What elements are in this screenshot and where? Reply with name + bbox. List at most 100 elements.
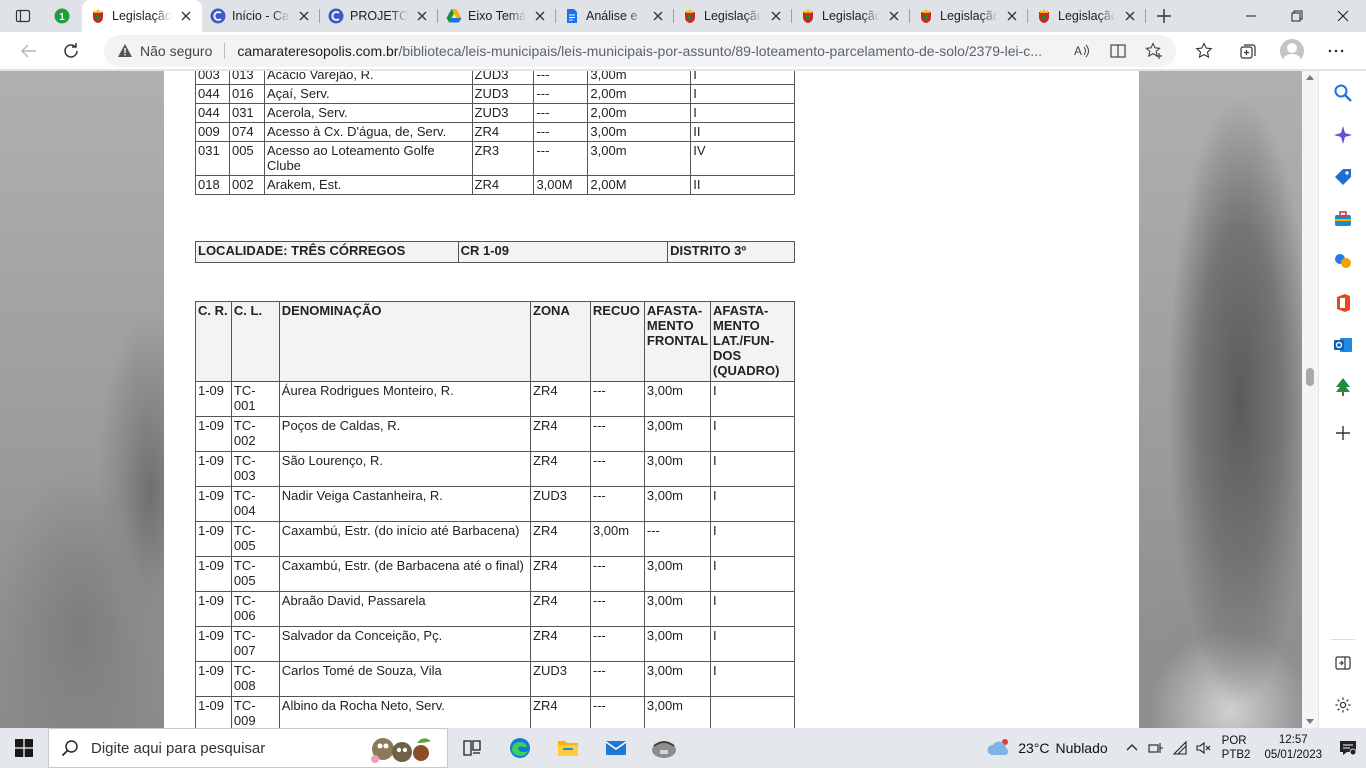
cell-lateral: I <box>690 103 795 123</box>
table-row: 1-09 TC-005 Caxambú, Estr. (do início até … <box>195 521 795 557</box>
sidebar-hide-button[interactable] <box>1331 651 1355 675</box>
cell-cl: 031 <box>228 103 265 123</box>
scrollbar-thumb[interactable] <box>1306 368 1314 386</box>
browser-tab-2[interactable]: Início - Ca <box>202 0 320 32</box>
warning-icon[interactable] <box>116 42 134 60</box>
browser-tab-7[interactable]: Legislação <box>792 0 910 32</box>
sidebar-tree-button[interactable] <box>1331 375 1355 399</box>
close-tab-icon[interactable] <box>768 8 784 24</box>
close-tab-icon[interactable] <box>1004 8 1020 24</box>
cell-cl: TC-005 <box>230 521 280 557</box>
google-docs-icon <box>564 8 580 24</box>
immersive-reader-icon[interactable] <box>1102 35 1134 67</box>
browser-tab-3[interactable]: PROJETO8 <box>320 0 438 32</box>
refresh-button[interactable] <box>52 35 90 67</box>
cell-zona: ZR3 <box>471 141 535 176</box>
read-aloud-icon[interactable]: A <box>1066 35 1098 67</box>
close-tab-icon[interactable] <box>1122 8 1138 24</box>
sidebar-games-button[interactable] <box>1331 249 1355 273</box>
cell-cr: 1-09 <box>195 626 232 662</box>
cell-name: Arakem, Est. <box>263 175 473 195</box>
sidebar-shopping-button[interactable] <box>1331 165 1355 189</box>
tab-actions-button[interactable] <box>0 0 46 32</box>
blue-c-icon <box>210 8 226 24</box>
address-bar[interactable]: Não seguro camarateresopolis.com.br/bibl… <box>104 35 1176 67</box>
sidebar-office-button[interactable] <box>1331 291 1355 315</box>
taskbar-explorer-button[interactable] <box>544 728 592 768</box>
taskbar-search-box[interactable]: Digite aqui para pesquisar <box>48 728 448 768</box>
cell-recuo: --- <box>589 556 645 592</box>
new-tab-button[interactable] <box>1146 0 1182 32</box>
cell-cr: 1-09 <box>195 486 232 522</box>
cell-recuo: --- <box>589 381 645 417</box>
back-button[interactable] <box>10 35 48 67</box>
coat-of-arms-icon <box>800 8 816 24</box>
sidebar-settings-button[interactable] <box>1331 693 1355 717</box>
coat-of-arms-icon <box>90 8 106 24</box>
locality-row: LOCALIDADE: TRÊS CÓRREGOS CR 1-09 DISTRI… <box>195 241 795 263</box>
table-row: 009 074 Acesso à Cx. D'água, de, Serv. ZR4-… <box>195 122 795 142</box>
folder-icon <box>558 741 578 756</box>
taskbar-edge-button[interactable] <box>496 728 544 768</box>
close-tab-icon[interactable] <box>414 8 430 24</box>
sidebar-add-button[interactable] <box>1331 421 1355 445</box>
header-afastamento-frontal: AFASTA-MENTO FRONTAL <box>643 301 712 382</box>
cell-zona: ZR4 <box>471 122 535 142</box>
add-favorite-icon[interactable] <box>1138 35 1170 67</box>
notification-center-button[interactable] <box>1330 728 1366 768</box>
tray-chevron-up-icon[interactable] <box>1120 728 1144 768</box>
task-view-button[interactable] <box>448 728 496 768</box>
sidebar-outlook-button[interactable] <box>1331 333 1355 357</box>
cell-cl: 005 <box>228 141 265 176</box>
settings-more-button[interactable] <box>1314 35 1358 67</box>
profile-button[interactable] <box>1270 35 1314 67</box>
favorites-icon[interactable] <box>1182 35 1226 67</box>
volume-muted-icon[interactable] <box>1192 728 1216 768</box>
browser-tab-0[interactable]: 1 <box>46 0 82 32</box>
browser-tab-4[interactable]: Eixo Temá <box>438 0 556 32</box>
cell-frontal: 2,00m <box>587 84 692 104</box>
close-window-button[interactable] <box>1320 0 1366 32</box>
page-viewport[interactable]: 003 013 Acácio Varejão, R. ZUD3 --- 3,00m I 044… <box>0 71 1302 728</box>
sidebar-copilot-button[interactable] <box>1331 123 1355 147</box>
sidebar-tools-button[interactable] <box>1331 207 1355 231</box>
close-tab-icon[interactable] <box>532 8 548 24</box>
collections-icon[interactable] <box>1226 35 1270 67</box>
taskbar-clock[interactable]: 12:57 05/01/2023 <box>1264 733 1322 763</box>
close-tab-icon[interactable] <box>886 8 902 24</box>
scroll-up-arrow[interactable] <box>1306 75 1314 80</box>
scroll-down-arrow[interactable] <box>1306 719 1314 724</box>
cell-recuo: --- <box>589 416 645 452</box>
url-text[interactable]: camarateresopolis.com.br/biblioteca/leis… <box>237 43 1057 59</box>
taskbar-app-button[interactable] <box>640 728 688 768</box>
close-tab-icon[interactable] <box>650 8 666 24</box>
edge-icon <box>510 738 530 758</box>
cell-frontal: 3,00m <box>643 591 712 627</box>
cell-frontal: 3,00m <box>643 696 712 728</box>
browser-tab-6[interactable]: Legislação <box>674 0 792 32</box>
wifi-icon[interactable] <box>1168 728 1192 768</box>
cell-frontal: 3,00m <box>643 451 712 487</box>
cell-frontal: 2,00M <box>587 175 692 195</box>
cell-cr: 1-09 <box>195 591 232 627</box>
restore-button[interactable] <box>1274 0 1320 32</box>
browser-tab-1[interactable]: Legislação <box>82 0 202 32</box>
taskbar-mail-button[interactable] <box>592 728 640 768</box>
security-label[interactable]: Não seguro <box>140 43 212 59</box>
network-icon[interactable] <box>1144 728 1168 768</box>
cell-cl: 002 <box>228 175 265 195</box>
language-indicator[interactable]: POR PTB2 <box>1222 734 1251 762</box>
close-tab-icon[interactable] <box>178 8 194 24</box>
close-tab-icon[interactable] <box>296 8 312 24</box>
task-view-icon <box>463 740 481 756</box>
cell-cl: 013 <box>228 71 265 85</box>
page-scrollbar[interactable] <box>1302 71 1318 728</box>
minimize-button[interactable] <box>1228 0 1274 32</box>
browser-tab-5[interactable]: Análise e <box>556 0 674 32</box>
cell-name: São Lourenço, R. <box>278 451 532 487</box>
browser-tab-9[interactable]: Legislação <box>1028 0 1146 32</box>
browser-tab-8[interactable]: Legislação <box>910 0 1028 32</box>
start-button[interactable] <box>0 728 48 768</box>
weather-widget[interactable]: 23°C Nublado <box>986 738 1108 758</box>
sidebar-search-button[interactable] <box>1331 81 1355 105</box>
